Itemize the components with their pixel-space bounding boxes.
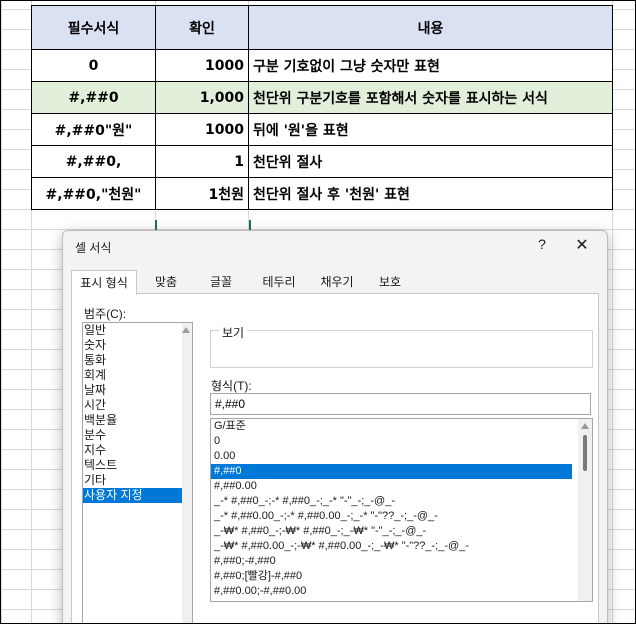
category-item[interactable]: 날짜: [83, 383, 184, 398]
preview-box: [210, 330, 593, 368]
scroll-up-icon[interactable]: [581, 423, 589, 429]
header-desc[interactable]: 내용: [248, 5, 613, 50]
table-row: 0 1000 구분 기호없이 그냥 숫자만 표현: [31, 49, 613, 82]
cell-check[interactable]: 1,000: [155, 81, 249, 114]
number-tab-panel: 범주(C): 일반 숫자 통화 회계 날짜 시간 백분율 분수 지수 텍스트 기…: [71, 293, 599, 623]
format-option[interactable]: _-* #,##0.00_-;-* #,##0.00_-;_-* "-"??_-…: [211, 509, 572, 524]
format-table: 필수서식 확인 내용 0 1000 구분 기호없이 그냥 숫자만 표현 #,##…: [31, 5, 613, 210]
cell-desc[interactable]: 뒤에 '원'을 표현: [248, 113, 613, 146]
format-option[interactable]: _-₩* #,##0.00_-;-₩* #,##0.00_-;_-₩* "-"?…: [211, 539, 572, 554]
cell-desc[interactable]: 천단위 절사 후 '천원' 표현: [248, 177, 613, 210]
cell-format[interactable]: #,##0"원": [31, 113, 156, 146]
category-item[interactable]: 시간: [83, 398, 184, 413]
category-item[interactable]: 분수: [83, 428, 184, 443]
category-scrollbar[interactable]: [182, 323, 192, 623]
format-option-selected[interactable]: #,##0: [211, 464, 572, 479]
table-row: #,##0 1,000 천단위 구분기호를 포함해서 숫자를 표시하는 서식: [31, 81, 613, 114]
category-item[interactable]: 백분율: [83, 413, 184, 428]
table-row: #,##0,"천원" 1천원 천단위 절사 후 '천원' 표현: [31, 177, 613, 210]
format-option[interactable]: _-* #,##0_-;-* #,##0_-;_-* "-"_-;_-@_-: [211, 494, 572, 509]
tab-protection[interactable]: 보호: [367, 271, 413, 293]
cell-desc[interactable]: 천단위 구분기호를 포함해서 숫자를 표시하는 서식: [248, 81, 613, 114]
header-check[interactable]: 확인: [155, 5, 249, 50]
format-option[interactable]: #,##0;-#,##0: [211, 554, 572, 569]
cell-format[interactable]: #,##0,: [31, 145, 156, 178]
tab-fill[interactable]: 채우기: [309, 271, 365, 293]
format-option[interactable]: 0.00: [211, 449, 572, 464]
cell-check[interactable]: 1: [155, 145, 249, 178]
cell-desc[interactable]: 구분 기호없이 그냥 숫자만 표현: [248, 49, 613, 82]
dialog-title: 셀 서식: [75, 241, 112, 255]
tab-alignment[interactable]: 맞춤: [139, 271, 193, 293]
cell-check[interactable]: 1천원: [155, 177, 249, 210]
format-list[interactable]: G/표준 0 0.00 #,##0 #,##0.00 _-* #,##0_-;-…: [210, 418, 593, 602]
format-option[interactable]: #,##0.00;-#,##0.00: [211, 584, 572, 599]
table-header-row: 필수서식 확인 내용: [31, 5, 613, 50]
format-option[interactable]: 0: [211, 434, 572, 449]
cell-check[interactable]: 1000: [155, 49, 249, 82]
cell-format[interactable]: #,##0: [31, 81, 156, 114]
category-item[interactable]: 기타: [83, 473, 184, 488]
format-option[interactable]: G/표준: [211, 419, 572, 434]
category-label: 범주(C):: [84, 307, 127, 321]
format-type-label: 형식(T):: [211, 379, 252, 393]
preview-label: 보기: [219, 324, 248, 341]
category-item[interactable]: 지수: [83, 443, 184, 458]
header-format[interactable]: 필수서식: [31, 5, 156, 50]
table-row: #,##0"원" 1000 뒤에 '원'을 표현: [31, 113, 613, 146]
format-cells-dialog: 셀 서식 ? ✕ 범주(C): 일반 숫자 통화 회계 날짜 시간 백분율 분수…: [62, 230, 608, 623]
cell-format[interactable]: 0: [31, 49, 156, 82]
scroll-thumb[interactable]: [583, 435, 587, 471]
close-icon[interactable]: ✕: [572, 235, 592, 255]
category-item[interactable]: 통화: [83, 353, 184, 368]
format-scrollbar[interactable]: [578, 419, 592, 601]
format-option[interactable]: _-₩* #,##0_-;-₩* #,##0_-;_-₩* "-"_-;_-@_…: [211, 524, 572, 539]
cell-check[interactable]: 1000: [155, 113, 249, 146]
category-item[interactable]: 텍스트: [83, 458, 184, 473]
tab-border[interactable]: 테두리: [251, 271, 307, 293]
category-item[interactable]: 회계: [83, 368, 184, 383]
tab-number[interactable]: 표시 형식: [71, 270, 137, 295]
scroll-up-icon[interactable]: [182, 327, 190, 333]
cell-format[interactable]: #,##0,"천원": [31, 177, 156, 210]
table-row: #,##0, 1 천단위 절사: [31, 145, 613, 178]
tab-font[interactable]: 글꼴: [195, 271, 247, 293]
format-option[interactable]: #,##0;[빨강]-#,##0: [211, 569, 572, 584]
category-list[interactable]: 일반 숫자 통화 회계 날짜 시간 백분율 분수 지수 텍스트 기타 사용자 지…: [82, 322, 193, 623]
screenshot-frame: 필수서식 확인 내용 0 1000 구분 기호없이 그냥 숫자만 표현 #,##…: [0, 0, 636, 624]
category-item[interactable]: 일반: [83, 323, 184, 338]
category-item[interactable]: 숫자: [83, 338, 184, 353]
format-type-input[interactable]: [210, 393, 591, 415]
help-icon[interactable]: ?: [533, 236, 551, 254]
format-option[interactable]: #,##0.00: [211, 479, 572, 494]
cell-desc[interactable]: 천단위 절사: [248, 145, 613, 178]
category-item-selected[interactable]: 사용자 지정: [83, 488, 184, 503]
